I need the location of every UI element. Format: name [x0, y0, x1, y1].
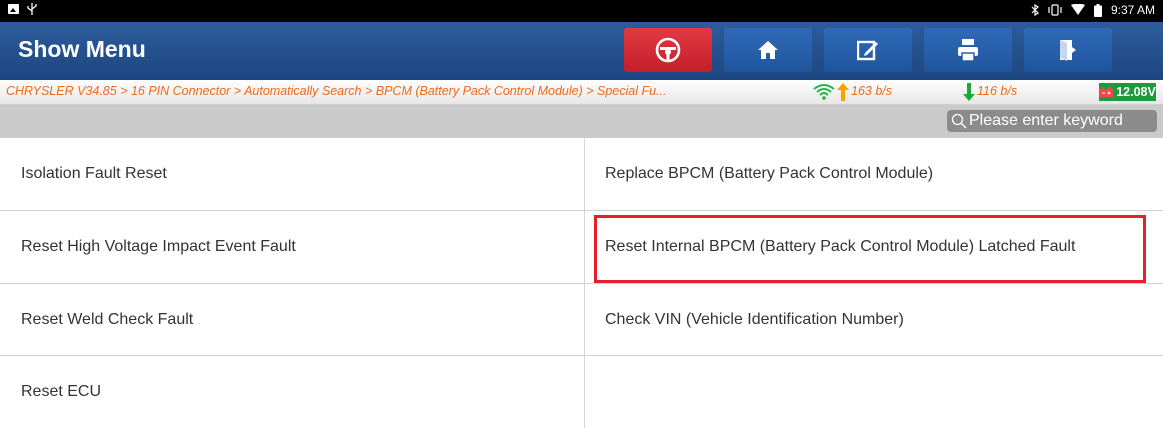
vibrate-icon — [1048, 4, 1062, 16]
menu-item[interactable]: Reset ECU — [0, 356, 584, 428]
menu-item[interactable]: Reset High Voltage Impact Event Fault — [0, 211, 584, 283]
home-icon — [758, 41, 778, 59]
bluetooth-icon — [1031, 4, 1039, 16]
menu-item[interactable]: Isolation Fault Reset — [0, 138, 584, 210]
print-button[interactable] — [924, 28, 1012, 72]
menu-item-selected[interactable]: Reset Internal BPCM (Battery Pack Contro… — [584, 211, 1163, 283]
print-icon — [958, 39, 978, 61]
exit-icon — [1060, 40, 1076, 61]
upload-arrow-icon — [837, 83, 849, 101]
menu-item-label: Reset High Voltage Impact Event Fault — [21, 238, 296, 255]
wifi-icon — [1070, 4, 1085, 15]
battery-icon — [1093, 3, 1102, 17]
search-placeholder: Please enter keyword — [969, 112, 1123, 129]
report-button[interactable] — [824, 28, 912, 72]
download-speed: 116 b/s — [977, 84, 1018, 98]
voltage-badge: 12.08V — [1099, 83, 1156, 101]
menu-item[interactable]: Check VIN (Vehicle Identification Number… — [584, 284, 1163, 355]
upload-speed: 163 b/s — [851, 84, 893, 98]
steering-wheel-icon — [655, 37, 681, 63]
search-strip: Please enter keyword — [0, 105, 1163, 138]
status-bar: 9:37 AM — [0, 0, 1163, 22]
download-arrow-icon — [963, 83, 975, 101]
search-input[interactable]: Please enter keyword — [947, 110, 1157, 132]
menu-item-label: Check VIN (Vehicle Identification Number… — [605, 310, 904, 328]
vehicle-button[interactable] — [624, 28, 712, 72]
menu-item-label: Replace BPCM (Battery Pack Control Modul… — [605, 165, 934, 182]
app-header: Show Menu — [0, 22, 1163, 80]
wifi-signal-icon — [813, 84, 835, 100]
menu-item[interactable]: Reset Weld Check Fault — [0, 284, 584, 355]
home-button[interactable] — [724, 28, 812, 72]
exit-button[interactable] — [1024, 28, 1112, 72]
search-icon — [951, 113, 967, 129]
breadcrumb: CHRYSLER V34.85 > 16 PIN Connector > Aut… — [6, 84, 667, 98]
edit-report-icon — [857, 40, 878, 61]
usb-icon — [27, 3, 37, 15]
voltage-value: 12.08V — [1116, 85, 1156, 99]
breadcrumb-bar: CHRYSLER V34.85 > 16 PIN Connector > Aut… — [0, 80, 1163, 105]
special-function-menu: Isolation Fault Reset Replace BPCM (Batt… — [0, 138, 1163, 428]
menu-item-empty — [584, 356, 1163, 428]
image-notification-icon — [8, 4, 19, 14]
menu-item[interactable]: Replace BPCM (Battery Pack Control Modul… — [584, 138, 1163, 210]
menu-item-label: Reset Weld Check Fault — [21, 310, 194, 328]
page-title: Show Menu — [18, 36, 146, 62]
menu-item-label: Isolation Fault Reset — [21, 165, 167, 182]
clock: 9:37 AM — [1110, 3, 1155, 17]
menu-item-label: Reset Internal BPCM (Battery Pack Contro… — [605, 238, 1076, 255]
car-battery-icon — [1099, 87, 1114, 97]
menu-item-label: Reset ECU — [21, 383, 102, 400]
